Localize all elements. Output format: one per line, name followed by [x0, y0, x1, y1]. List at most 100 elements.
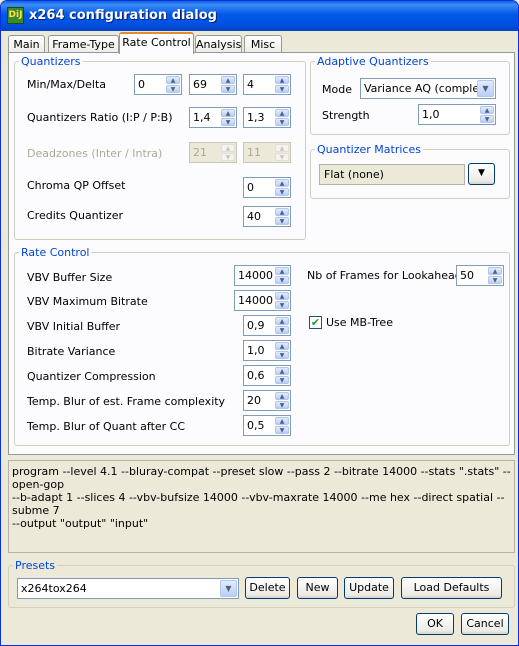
- vbv-max-bitrate-spinbox[interactable]: 14000 ▲ ▼: [234, 290, 291, 311]
- command-line-3: --output "output" "input": [12, 517, 149, 530]
- quantizer-matrix-value: Flat (none): [324, 168, 384, 181]
- quantizer-delta-value: 4: [247, 78, 254, 91]
- credits-quantizer-spinbox[interactable]: 40 ▲ ▼: [243, 206, 291, 227]
- quantizer-max-spinbox[interactable]: 69 ▲ ▼: [189, 74, 237, 95]
- spin-up-icon[interactable]: ▲: [275, 317, 289, 325]
- spin-up-icon[interactable]: ▲: [275, 179, 289, 187]
- mb-tree-checkbox[interactable]: ✔: [309, 316, 322, 329]
- bitrate-variance-spinbox[interactable]: 1,0 ▲ ▼: [243, 340, 291, 361]
- update-preset-button[interactable]: Update: [344, 577, 394, 599]
- temp-blur-quant-spinbox[interactable]: 0,5 ▲ ▼: [243, 415, 291, 436]
- aq-strength-spinbox[interactable]: 1,0 ▲ ▼: [418, 104, 496, 125]
- vbv-initial-buffer-value: 0,9: [247, 319, 265, 332]
- load-defaults-button[interactable]: Load Defaults: [401, 577, 502, 599]
- spin-up-icon[interactable]: ▲: [480, 106, 494, 114]
- temp-blur-quant-label: Temp. Blur of Quant after CC: [27, 420, 186, 433]
- aq-mode-dropdown[interactable]: Variance AQ (complexit ▼: [360, 78, 496, 99]
- rate-control-panel: Quantizers Min/Max/Delta 0 ▲ ▼ 69 ▲ ▼ 4 ▲ ▼…: [8, 52, 515, 455]
- deadzone-inter-spinbox: 21 ▲ ▼: [189, 142, 237, 163]
- vbv-buffer-size-spinbox[interactable]: 14000 ▲ ▼: [234, 265, 291, 286]
- spin-up-icon[interactable]: ▲: [488, 267, 502, 275]
- ok-button[interactable]: OK: [416, 613, 454, 635]
- command-line-1: program --level 4.1 --bluray-compat --pr…: [12, 465, 511, 491]
- spin-up-icon[interactable]: ▲: [221, 109, 235, 117]
- delete-preset-button[interactable]: Delete: [245, 577, 290, 599]
- spin-up-icon[interactable]: ▲: [275, 267, 289, 275]
- quantizer-delta-spinbox[interactable]: 4 ▲ ▼: [243, 74, 291, 95]
- spin-down-icon[interactable]: ▼: [275, 301, 289, 309]
- quantizer-matrix-dropdown-button[interactable]: ▼: [468, 163, 495, 185]
- spin-down-icon[interactable]: ▼: [221, 118, 235, 126]
- spin-down-icon[interactable]: ▼: [275, 351, 289, 359]
- command-line-preview: program --level 4.1 --bluray-compat --pr…: [8, 460, 515, 553]
- spin-down-icon[interactable]: ▼: [275, 118, 289, 126]
- lookahead-spinbox[interactable]: 50 ▲ ▼: [456, 265, 504, 286]
- ratio-ip-spinbox[interactable]: 1,4 ▲ ▼: [189, 107, 237, 128]
- temp-blur-quant-value: 0,5: [247, 419, 265, 432]
- spin-down-icon[interactable]: ▼: [275, 217, 289, 225]
- spin-down-icon[interactable]: ▼: [275, 376, 289, 384]
- spin-up-icon[interactable]: ▲: [275, 342, 289, 350]
- preset-dropdown[interactable]: x264tox264 ▼: [17, 578, 239, 599]
- chroma-qp-offset-label: Chroma QP Offset: [27, 179, 126, 192]
- temp-blur-frame-complexity-value: 20: [247, 394, 261, 407]
- spin-down-icon[interactable]: ▼: [275, 401, 289, 409]
- spin-up-icon[interactable]: ▲: [221, 76, 235, 84]
- quantizers-group-title: Quantizers: [21, 55, 81, 68]
- spin-up-icon[interactable]: ▲: [275, 367, 289, 375]
- chevron-down-icon: ▼: [478, 168, 485, 178]
- tab-main[interactable]: Main: [8, 35, 45, 53]
- presets-title: Presets: [15, 559, 56, 572]
- spin-up-icon[interactable]: ▲: [166, 76, 180, 84]
- spin-up-icon: ▲: [275, 144, 289, 152]
- spin-down-icon: ▼: [221, 153, 235, 161]
- spin-down-icon[interactable]: ▼: [275, 85, 289, 93]
- ratio-pb-spinbox[interactable]: 1,3 ▲ ▼: [243, 107, 291, 128]
- spin-down-icon[interactable]: ▼: [166, 85, 180, 93]
- spin-down-icon[interactable]: ▼: [275, 326, 289, 334]
- spin-down-icon[interactable]: ▼: [480, 115, 494, 123]
- tab-misc[interactable]: Misc: [244, 35, 282, 53]
- chevron-down-icon[interactable]: ▼: [477, 80, 494, 97]
- chevron-down-icon[interactable]: ▼: [220, 580, 237, 597]
- spin-up-icon[interactable]: ▲: [275, 76, 289, 84]
- credits-quantizer-value: 40: [247, 210, 261, 223]
- command-line-2: --b-adapt 1 --slices 4 --vbv-bufsize 140…: [12, 491, 505, 517]
- vbv-max-bitrate-value: 14000: [238, 294, 273, 307]
- window-title: x264 configuration dialog: [29, 8, 217, 23]
- cancel-button[interactable]: Cancel: [461, 613, 509, 635]
- spin-up-icon[interactable]: ▲: [275, 292, 289, 300]
- chroma-qp-offset-spinbox[interactable]: 0 ▲ ▼: [243, 177, 291, 198]
- min-max-delta-label: Min/Max/Delta: [27, 78, 107, 91]
- vbv-buffer-size-label: VBV Buffer Size: [27, 271, 113, 284]
- vbv-initial-buffer-spinbox[interactable]: 0,9 ▲ ▼: [243, 315, 291, 336]
- mb-tree-label: Use MB-Tree: [326, 316, 393, 329]
- spin-up-icon[interactable]: ▲: [275, 392, 289, 400]
- deadzone-intra-spinbox: 11 ▲ ▼: [243, 142, 291, 163]
- tab-analysis[interactable]: Analysis: [195, 35, 242, 53]
- aq-strength-value: 1,0: [422, 108, 440, 121]
- new-preset-button[interactable]: New: [297, 577, 338, 599]
- ratio-ip-value: 1,4: [193, 111, 211, 124]
- deadzones-label: Deadzones (Inter / Intra): [27, 147, 163, 160]
- spin-down-icon[interactable]: ▼: [275, 188, 289, 196]
- quantizer-compression-spinbox[interactable]: 0,6 ▲ ▼: [243, 365, 291, 386]
- tab-frame-type[interactable]: Frame-Type: [48, 35, 119, 53]
- tab-rate-control[interactable]: Rate Control: [119, 32, 194, 54]
- title-bar[interactable]: DiJ x264 configuration dialog: [1, 1, 518, 31]
- spin-up-icon[interactable]: ▲: [275, 417, 289, 425]
- spin-down-icon: ▼: [275, 153, 289, 161]
- spin-up-icon[interactable]: ▲: [275, 208, 289, 216]
- quantizer-matrix-field: Flat (none): [319, 164, 465, 185]
- aq-mode-value: Variance AQ (complexit: [364, 82, 493, 95]
- vbv-initial-buffer-label: VBV Initial Buffer: [27, 320, 121, 333]
- spin-down-icon[interactable]: ▼: [488, 276, 502, 284]
- spin-down-icon[interactable]: ▼: [275, 276, 289, 284]
- aq-mode-label: Mode: [322, 83, 352, 96]
- spin-down-icon[interactable]: ▼: [221, 85, 235, 93]
- quantizer-max-value: 69: [193, 78, 207, 91]
- temp-blur-frame-complexity-spinbox[interactable]: 20 ▲ ▼: [243, 390, 291, 411]
- spin-up-icon[interactable]: ▲: [275, 109, 289, 117]
- quantizer-min-spinbox[interactable]: 0 ▲ ▼: [134, 74, 182, 95]
- spin-down-icon[interactable]: ▼: [275, 426, 289, 434]
